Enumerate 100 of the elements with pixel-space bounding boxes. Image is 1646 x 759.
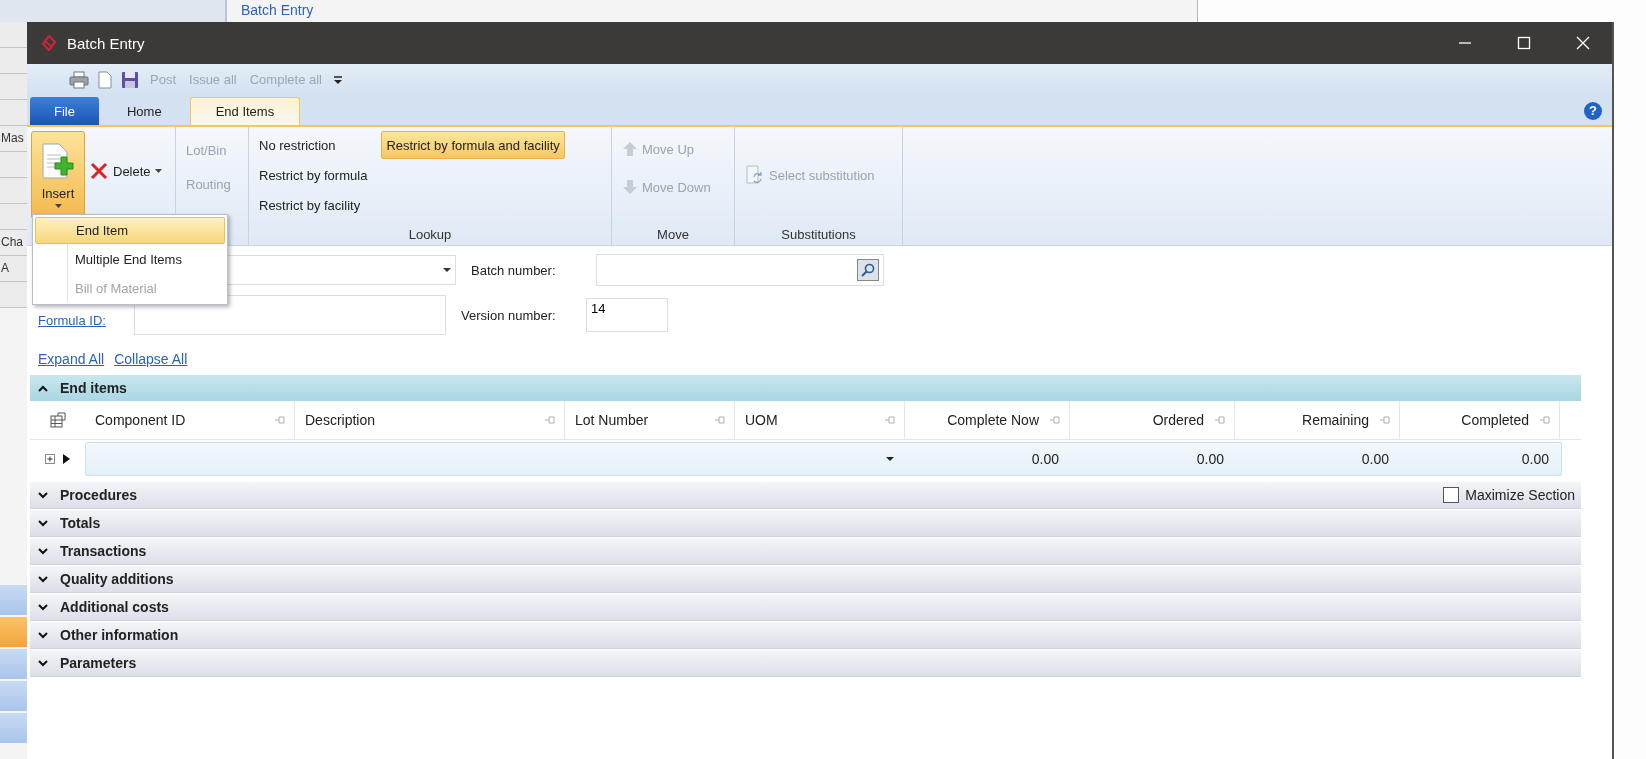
expand-icon[interactable] — [45, 454, 55, 464]
side-label: A — [0, 256, 27, 282]
pin-icon[interactable] — [274, 416, 286, 424]
column-header[interactable]: Component ID — [85, 401, 295, 439]
column-header[interactable]: Ordered — [1070, 401, 1235, 439]
formula-id-link[interactable]: Formula ID: — [30, 312, 134, 328]
section-title: Procedures — [60, 487, 138, 503]
section-title: Quality additions — [60, 571, 174, 587]
pin-icon[interactable] — [1379, 416, 1391, 424]
ribbon-tab[interactable]: End Items — [189, 97, 301, 125]
pin-icon[interactable] — [544, 416, 556, 424]
column-chooser-icon[interactable] — [49, 412, 66, 428]
chevron-down-icon — [38, 519, 48, 527]
section-header[interactable]: Transactions — [30, 538, 1581, 565]
caret-icon — [154, 169, 162, 173]
save-icon[interactable] — [121, 70, 139, 89]
pin-icon[interactable] — [1214, 416, 1226, 424]
link[interactable]: Expand All — [38, 351, 105, 367]
logo-icon — [41, 35, 57, 51]
side-cell — [0, 100, 27, 126]
lookup-option[interactable]: Restrict by formula and facility — [381, 131, 565, 159]
chevron-down-icon — [38, 575, 48, 583]
side-label: Mas — [0, 126, 27, 152]
side-cell — [0, 74, 27, 100]
section-header[interactable]: Other information — [30, 622, 1581, 649]
caret-icon[interactable] — [886, 457, 894, 461]
column-header[interactable]: UOM — [735, 401, 905, 439]
lookup-option[interactable]: Restrict by facility — [255, 191, 372, 219]
section-header[interactable]: Quality additions — [30, 566, 1581, 593]
ribbon-tab[interactable]: Home — [110, 97, 178, 125]
table-cell-text: 0.00 — [1520, 450, 1550, 469]
search-icon — [861, 263, 875, 277]
chevron-down-icon — [38, 631, 48, 639]
column-header[interactable]: Remaining — [1235, 401, 1400, 439]
column-header[interactable]: Completed — [1400, 401, 1560, 439]
printer-icon[interactable] — [69, 70, 89, 89]
table-cell-text: 0.00 — [1030, 450, 1060, 469]
section-title: Transactions — [60, 543, 147, 559]
side-bar — [0, 649, 27, 679]
pin-icon[interactable] — [884, 416, 896, 424]
side-bar — [0, 585, 27, 615]
row-pointer-icon — [63, 454, 70, 464]
caret-icon — [54, 203, 62, 208]
section-title: Parameters — [60, 655, 137, 671]
cross-icon — [89, 161, 109, 181]
chevron-down-icon — [38, 603, 48, 611]
input-field[interactable]: 14 — [586, 298, 668, 332]
pin-icon[interactable] — [1049, 416, 1061, 424]
chevron-down-icon — [38, 491, 48, 499]
close-icon[interactable] — [1576, 36, 1590, 50]
field-label: Version number: — [461, 307, 557, 323]
side-label: Cha — [0, 230, 27, 256]
menu-item[interactable]: Multiple End Items — [35, 246, 225, 273]
group-label: Lookup — [407, 227, 453, 242]
pin-icon[interactable] — [714, 416, 726, 424]
section-header[interactable]: Procedures Maximize Section — [30, 482, 1581, 509]
side-cell — [0, 204, 27, 230]
table-cell-text: 0.00 — [1360, 450, 1390, 469]
side-bar — [0, 713, 27, 743]
document-icon[interactable] — [98, 70, 112, 89]
table-row[interactable]: 0.00 0.00 0.00 0.00 — [85, 442, 1562, 476]
side-bar — [0, 681, 27, 711]
column-header[interactable]: Lot Number — [565, 401, 735, 439]
insert-button[interactable]: Insert — [31, 131, 85, 219]
chevron-down-icon — [38, 547, 48, 555]
ribbon-tab[interactable]: File — [30, 97, 99, 125]
table-cell-text: 0.00 — [1195, 450, 1225, 469]
pin-icon[interactable] — [1539, 416, 1551, 424]
section-header[interactable]: Additional costs — [30, 594, 1581, 621]
column-header[interactable]: Complete Now — [905, 401, 1070, 439]
maximize-icon[interactable] — [1517, 36, 1531, 50]
section-header[interactable]: Totals — [30, 510, 1581, 537]
side-cell — [0, 178, 27, 204]
lookup-option[interactable]: No restriction — [255, 131, 372, 159]
maximize-checkbox[interactable]: Maximize Section — [1437, 487, 1581, 503]
chevron-up-icon — [38, 384, 48, 392]
field-label: Batch number: — [471, 262, 557, 278]
overflow-icon[interactable] — [333, 73, 343, 86]
swap-document-icon — [745, 165, 765, 185]
section-title: Other information — [60, 627, 179, 643]
column-header[interactable]: Description — [295, 401, 565, 439]
side-cell — [0, 152, 27, 178]
window-title: Batch Entry — [241, 1, 314, 20]
side-cell — [0, 22, 27, 48]
link[interactable]: Collapse All — [114, 351, 188, 367]
search-button[interactable] — [857, 259, 879, 281]
lookup-option[interactable]: Restrict by formula — [255, 161, 372, 189]
delete-button[interactable]: Delete — [89, 161, 162, 181]
help-button[interactable]: ? — [1584, 102, 1602, 120]
side-bar — [0, 617, 27, 647]
section-header[interactable]: Parameters — [30, 650, 1581, 677]
chevron-down-icon — [38, 659, 48, 667]
section-header[interactable]: End items — [30, 375, 1581, 401]
window-title: Batch Entry — [67, 34, 145, 52]
menu-item[interactable]: End Item — [35, 217, 225, 244]
group-label: Substitutions — [780, 227, 857, 242]
side-cell — [0, 48, 27, 74]
input-field[interactable] — [596, 254, 884, 286]
up-arrow-icon — [622, 141, 638, 157]
section-title: Totals — [60, 515, 101, 531]
